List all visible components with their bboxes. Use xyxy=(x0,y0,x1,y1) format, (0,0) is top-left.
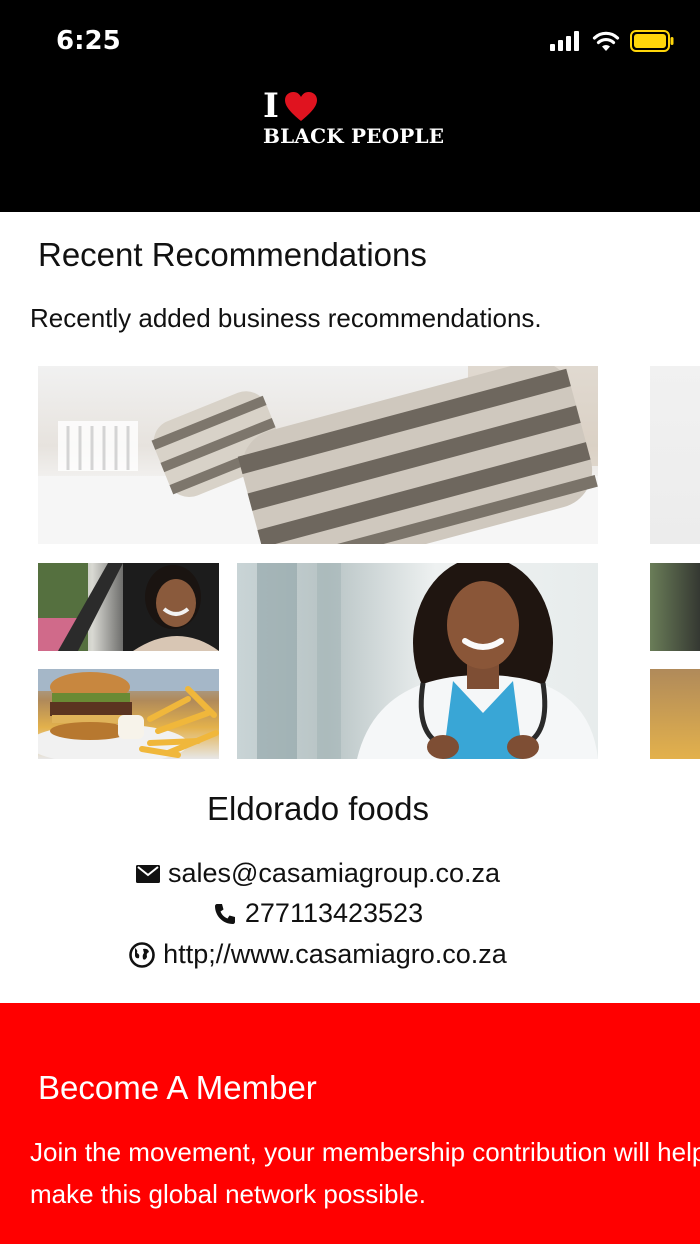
doctor-photo xyxy=(237,563,598,759)
signal-icon xyxy=(550,31,579,51)
app-logo[interactable]: I BLACK PEOPLE xyxy=(263,88,463,158)
next-card-photo xyxy=(650,669,700,759)
next-card-photo xyxy=(650,563,700,651)
business-name[interactable]: Eldorado foods xyxy=(0,790,636,828)
status-icons xyxy=(550,30,674,52)
globe-icon xyxy=(129,941,155,968)
heart-icon xyxy=(285,92,317,121)
membership-title[interactable]: Become A Member xyxy=(38,1069,317,1107)
contact-website[interactable]: http;//www.casamiagro.co.za xyxy=(0,939,636,970)
phone-text: 277113423523 xyxy=(244,898,424,928)
section-subtitle: Recently added business recommendations. xyxy=(30,303,542,333)
burger-fries-photo xyxy=(38,669,219,759)
contact-phone[interactable]: 277113423523 xyxy=(0,898,636,929)
battery-icon xyxy=(630,30,674,52)
next-card-photo xyxy=(650,366,700,544)
email-text: sales@casamiagroup.co.za xyxy=(167,858,501,888)
logo-letter: I xyxy=(263,86,279,126)
membership-section: Become A Member Join the movement, your … xyxy=(0,1003,700,1244)
woman-in-car-photo xyxy=(38,563,219,651)
envelope-icon xyxy=(135,864,160,883)
bed-pillows-photo xyxy=(38,366,598,544)
section-title: Recent Recommendations xyxy=(38,236,427,273)
membership-text: Join the movement, your membership contr… xyxy=(30,1137,700,1209)
wifi-icon xyxy=(592,31,620,51)
status-time: 6:25 xyxy=(56,26,121,56)
phone-icon xyxy=(214,903,235,924)
website-text: http;//www.casamiagro.co.za xyxy=(163,939,507,969)
logo-text: BLACK PEOPLE xyxy=(263,124,445,148)
contact-email[interactable]: sales@casamiagroup.co.za xyxy=(0,858,636,889)
app-header: 6:25 I BLACK PEOPLE xyxy=(0,0,700,212)
